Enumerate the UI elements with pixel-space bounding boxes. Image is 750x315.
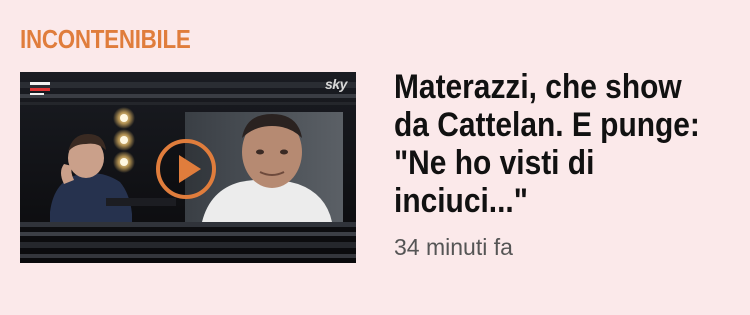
news-card[interactable]: INCONTENIBILE sky Materazzi, che show da… [0, 0, 750, 315]
section-kicker: INCONTENIBILE [20, 24, 191, 54]
article-headline[interactable]: Materazzi, che show da Cattelan. E punge… [394, 68, 700, 220]
article-timestamp: 34 minuti fa [394, 234, 513, 260]
play-circle-icon [156, 139, 216, 199]
headline-line: Materazzi, che show [394, 68, 682, 106]
channel-logo: sky [325, 76, 347, 92]
epcc-show-logo-icon [30, 82, 50, 95]
headline-line: inciuci..." [394, 182, 528, 220]
headline-line: da Cattelan. E punge: [394, 106, 700, 144]
play-button[interactable] [155, 138, 217, 200]
video-thumbnail[interactable]: sky [20, 72, 356, 263]
headline-line: "Ne ho visti di [394, 144, 595, 182]
